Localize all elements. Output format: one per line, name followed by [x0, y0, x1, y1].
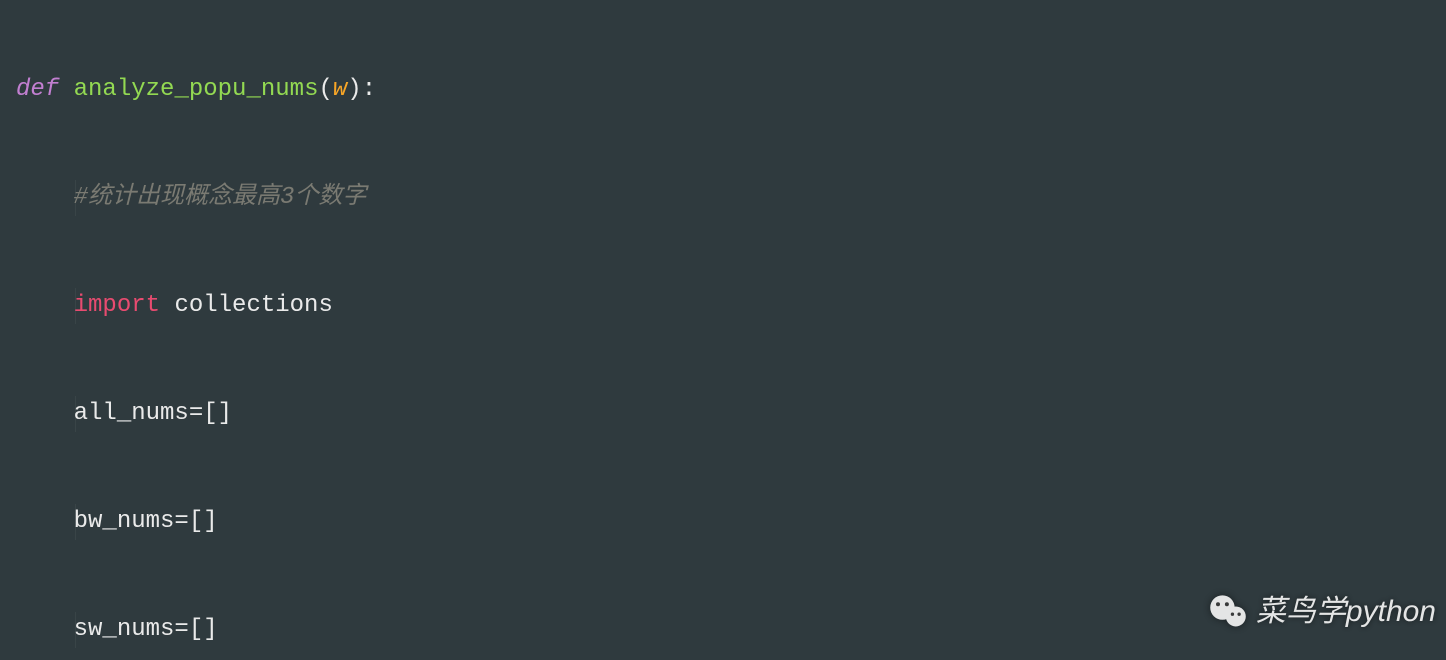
code-line: bw_nums=[] — [0, 504, 1446, 540]
keyword-def: def — [16, 76, 59, 103]
wechat-icon — [1208, 592, 1248, 632]
code-line: #统计出现概念最高3个数字 — [0, 180, 1446, 216]
code-line: import collections — [0, 288, 1446, 324]
code-line: def analyze_popu_nums(w): — [0, 72, 1446, 108]
parameter: w — [333, 76, 347, 103]
comment: #统计出现概念最高3个数字 — [74, 184, 367, 211]
code-editor[interactable]: def analyze_popu_nums(w): #统计出现概念最高3个数字 … — [0, 0, 1446, 660]
code-line: all_nums=[] — [0, 396, 1446, 432]
watermark-text: 菜鸟学python — [1256, 594, 1436, 630]
function-name: analyze_popu_nums — [74, 76, 319, 103]
keyword-import: import — [74, 292, 160, 319]
watermark: 菜鸟学python — [1208, 592, 1436, 632]
